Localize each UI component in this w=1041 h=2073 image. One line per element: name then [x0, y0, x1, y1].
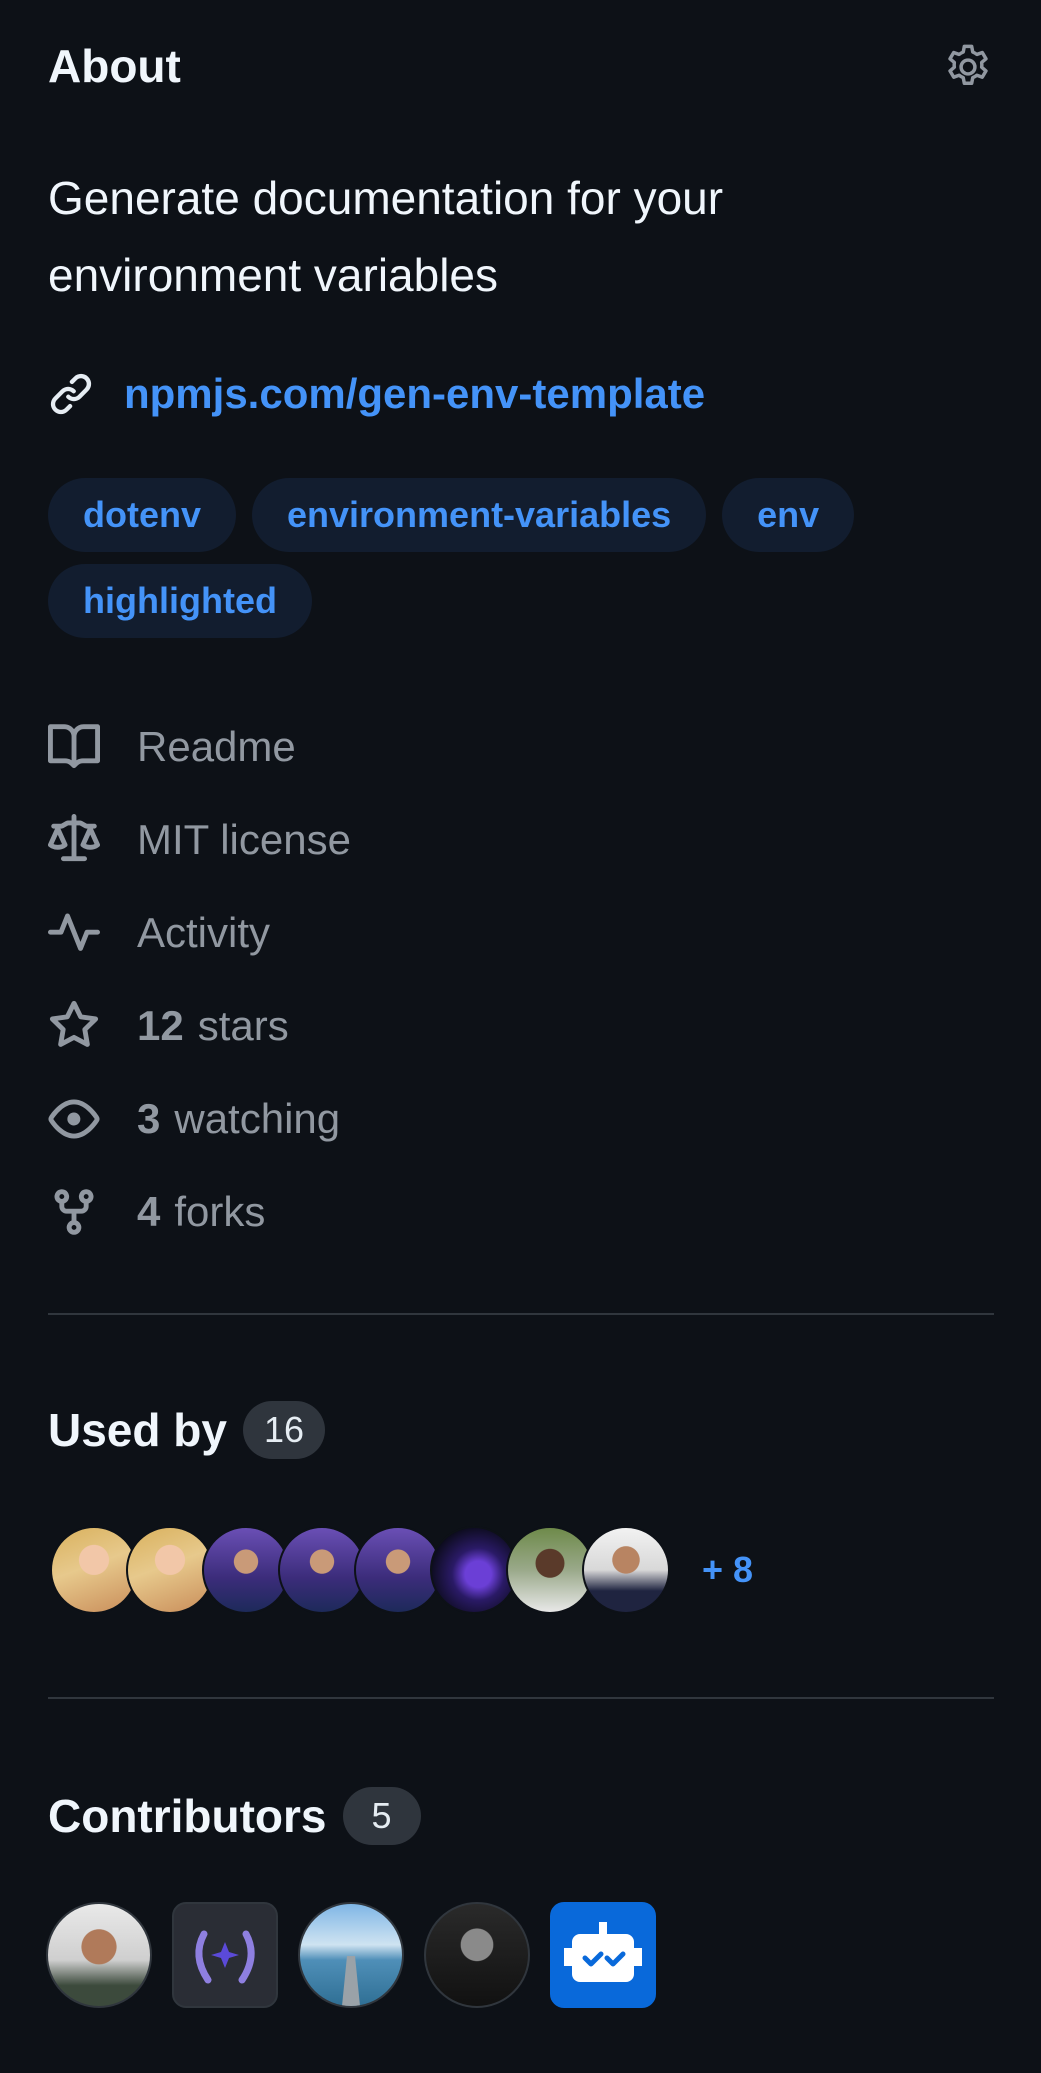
activity-link[interactable]: Activity: [48, 886, 351, 979]
forks-label: forks: [174, 1187, 266, 1235]
readme-link[interactable]: Readme: [48, 700, 351, 793]
license-label: MIT license: [137, 815, 351, 863]
avatar[interactable]: [202, 1526, 290, 1614]
about-title: About: [48, 40, 181, 92]
topics-list: dotenv environment-variables env highlig…: [48, 478, 998, 638]
used-by-title: Used by: [48, 1404, 227, 1456]
law-icon: [48, 813, 100, 866]
stars-count: 12: [137, 1001, 184, 1049]
topic-tag[interactable]: dotenv: [48, 478, 237, 552]
about-header: About: [48, 36, 994, 96]
topic-tag[interactable]: environment-variables: [252, 478, 707, 552]
used-by-heading[interactable]: Used by 16: [48, 1400, 325, 1460]
section-divider: [48, 1697, 994, 1699]
watching-label: watching: [174, 1094, 341, 1142]
avatar[interactable]: [298, 1902, 404, 2008]
avatar[interactable]: [172, 1902, 278, 2008]
used-by-more-link[interactable]: + 8: [702, 1549, 753, 1591]
activity-label: Activity: [137, 908, 271, 956]
topic-tag[interactable]: env: [722, 478, 855, 552]
repo-description: Generate documentation for your environm…: [48, 172, 724, 301]
contributors-avatars: [46, 1902, 656, 2008]
link-icon: [48, 371, 94, 417]
readme-label: Readme: [137, 722, 296, 770]
homepage-link-row[interactable]: npmjs.com/gen-env-template: [48, 364, 705, 424]
eye-icon: [48, 1093, 100, 1145]
section-divider: [48, 1313, 994, 1315]
stars-link[interactable]: 12 stars: [48, 979, 351, 1072]
avatar[interactable]: [582, 1526, 670, 1614]
contributors-count: 5: [342, 1787, 421, 1845]
book-icon: [48, 721, 100, 773]
license-link[interactable]: MIT license: [48, 793, 351, 886]
gear-icon[interactable]: [942, 41, 994, 93]
avatar[interactable]: [278, 1526, 366, 1614]
watchers-link[interactable]: 3 watching: [48, 1072, 351, 1165]
watching-count: 3: [137, 1094, 161, 1142]
avatar[interactable]: [46, 1902, 152, 2008]
forks-count: 4: [137, 1187, 161, 1235]
avatar[interactable]: [126, 1526, 214, 1614]
pulse-icon: [48, 907, 100, 959]
about-sidebar: About Generate documentation for your en…: [0, 0, 1041, 2073]
used-by-count: 16: [242, 1401, 325, 1459]
used-by-avatars: + 8: [50, 1524, 753, 1616]
avatar[interactable]: [430, 1526, 518, 1614]
avatar[interactable]: [506, 1526, 594, 1614]
forks-link[interactable]: 4 forks: [48, 1165, 351, 1258]
avatar[interactable]: [354, 1526, 442, 1614]
contributors-heading[interactable]: Contributors 5: [48, 1786, 421, 1846]
star-icon: [48, 1000, 100, 1052]
avatar[interactable]: [550, 1902, 656, 2008]
fork-icon: [48, 1186, 100, 1238]
topic-tag[interactable]: highlighted: [48, 564, 312, 638]
stars-label: stars: [197, 1001, 289, 1049]
homepage-link[interactable]: npmjs.com/gen-env-template: [124, 370, 705, 418]
avatar[interactable]: [50, 1526, 138, 1614]
contributors-title: Contributors: [48, 1790, 327, 1842]
repo-meta-list: Readme MIT license Activity 12 stars 3 w…: [48, 700, 351, 1258]
avatar[interactable]: [424, 1902, 530, 2008]
